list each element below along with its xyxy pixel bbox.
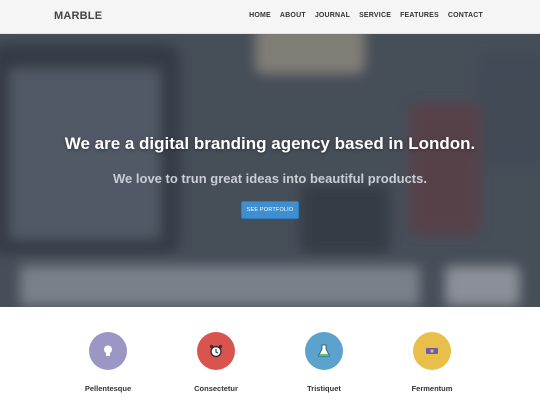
feature-icon-circle — [305, 332, 343, 370]
feature-label: Consectetur — [194, 384, 238, 393]
see-portfolio-button[interactable]: SEE PORTFOLIO — [241, 201, 299, 219]
nav-link-features[interactable]: FEATURES — [400, 12, 439, 19]
nav-link-journal[interactable]: JOURNAL — [315, 12, 350, 19]
nav-link-about[interactable]: ABOUT — [280, 12, 306, 19]
feature-item[interactable]: Consectetur — [176, 332, 256, 393]
top-navbar: MARBLE HOME ABOUT JOURNAL SERVICE FEATUR… — [0, 0, 540, 34]
feature-label: Fermentum — [411, 384, 453, 393]
nav-link-contact[interactable]: CONTACT — [448, 12, 483, 19]
nav-link-service[interactable]: SERVICE — [359, 12, 391, 19]
feature-icon-circle — [413, 332, 451, 370]
feature-item[interactable]: Tristiquet — [284, 332, 364, 393]
brand-logo[interactable]: MARBLE — [54, 10, 102, 22]
feature-label: Tristiquet — [307, 384, 341, 393]
hero-title: We are a digital branding agency based i… — [64, 134, 476, 153]
ticket-icon — [426, 348, 438, 354]
feature-item[interactable]: Fermentum — [392, 332, 472, 393]
hero-section: We are a digital branding agency based i… — [0, 34, 540, 307]
features-section: Pellentesque Consectetur Tristiquet Ferm… — [0, 307, 540, 400]
hero-subtitle: We love to trun great ideas into beautif… — [113, 171, 427, 186]
nav-link-home[interactable]: HOME — [249, 12, 271, 19]
flask-icon — [317, 344, 331, 357]
alarm-clock-icon — [209, 344, 223, 358]
feature-icon-circle — [89, 332, 127, 370]
feature-label: Pellentesque — [84, 384, 132, 393]
feature-icon-circle — [197, 332, 235, 370]
lightbulb-icon — [104, 345, 112, 356]
main-nav: HOME ABOUT JOURNAL SERVICE FEATURES CONT… — [249, 12, 483, 19]
feature-item[interactable]: Pellentesque — [68, 332, 148, 393]
